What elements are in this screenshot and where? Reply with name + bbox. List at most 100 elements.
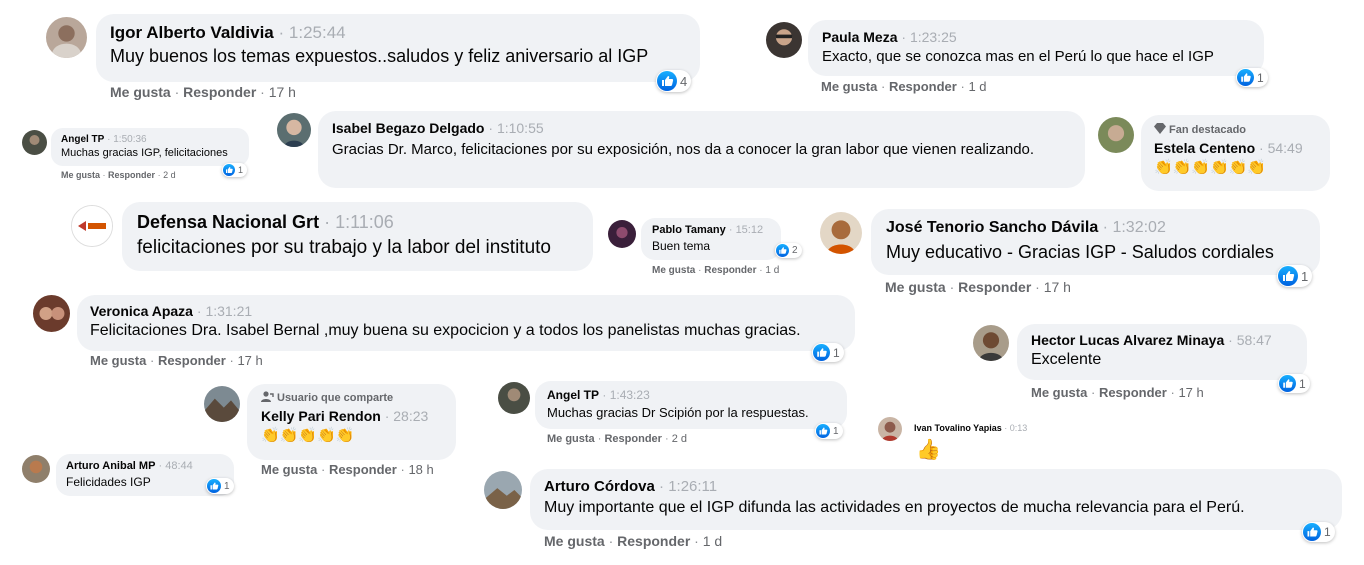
- age-link[interactable]: 2 d: [163, 170, 176, 180]
- like-button[interactable]: Me gusta: [90, 353, 146, 368]
- reply-button[interactable]: Responder: [108, 170, 155, 180]
- comment-jose: José Tenorio Sancho Dávila · 1:32:02 Muy…: [820, 209, 1320, 299]
- reaction-count[interactable]: 1: [815, 423, 843, 439]
- avatar[interactable]: [22, 455, 50, 483]
- like-button[interactable]: Me gusta: [61, 170, 100, 180]
- author-name[interactable]: Ivan Tovalino Yapias: [914, 423, 1002, 433]
- timestamp[interactable]: 1:50:36: [113, 134, 146, 145]
- comment-text: Muchas gracias Dr Scipión por la respues…: [547, 405, 809, 420]
- avatar[interactable]: [484, 471, 522, 509]
- timestamp[interactable]: 1:23:25: [910, 29, 957, 45]
- author-name[interactable]: Defensa Nacional Grt: [137, 212, 319, 232]
- fan-badge: Fan destacado: [1154, 123, 1317, 136]
- timestamp[interactable]: 1:10:55: [497, 120, 544, 136]
- timestamp[interactable]: 54:49: [1268, 140, 1303, 156]
- reply-button[interactable]: Responder: [183, 84, 256, 100]
- comment-bubble: Igor Alberto Valdivia · 1:25:44 Muy buen…: [96, 14, 700, 82]
- reply-button[interactable]: Responder: [704, 265, 756, 276]
- avatar[interactable]: [277, 113, 311, 147]
- like-icon: [1279, 375, 1296, 392]
- reaction-count[interactable]: 1: [1302, 522, 1335, 542]
- author-name[interactable]: Angel TP: [61, 134, 104, 145]
- clapping-hands-emoji: 👏👏👏👏👏: [261, 427, 355, 444]
- author-name[interactable]: Igor Alberto Valdivia: [110, 23, 274, 42]
- reply-button[interactable]: Responder: [158, 353, 226, 368]
- reaction-count[interactable]: 1: [222, 163, 248, 177]
- reaction-count[interactable]: 1: [1236, 68, 1268, 87]
- avatar[interactable]: [766, 22, 802, 58]
- avatar[interactable]: [973, 325, 1009, 361]
- like-button[interactable]: Me gusta: [544, 533, 605, 549]
- age-link[interactable]: 17 h: [269, 84, 296, 100]
- timestamp[interactable]: 1:11:06: [335, 212, 394, 232]
- reply-button[interactable]: Responder: [889, 79, 957, 94]
- comment-bubble: Defensa Nacional Grt · 1:11:06 felicitac…: [122, 202, 593, 271]
- avatar[interactable]: [33, 295, 70, 332]
- like-button[interactable]: Me gusta: [1031, 385, 1087, 400]
- author-name[interactable]: Arturo Anibal MP: [66, 460, 155, 472]
- timestamp[interactable]: 28:23: [393, 408, 428, 424]
- timestamp[interactable]: 1:25:44: [289, 23, 346, 42]
- author-name[interactable]: José Tenorio Sancho Dávila: [886, 219, 1098, 236]
- reaction-count[interactable]: 1: [812, 343, 844, 362]
- reaction-count[interactable]: 1: [1278, 374, 1310, 393]
- author-name[interactable]: Veronica Apaza: [90, 303, 193, 319]
- timestamp[interactable]: 0:13: [1010, 423, 1028, 433]
- timestamp[interactable]: 48:44: [165, 460, 193, 472]
- like-icon: [1303, 523, 1321, 541]
- comment-igor: Igor Alberto Valdivia · 1:25:44 Muy buen…: [46, 14, 700, 104]
- timestamp[interactable]: 1:31:21: [205, 303, 252, 319]
- like-button[interactable]: Me gusta: [885, 279, 946, 295]
- avatar[interactable]: [46, 17, 87, 58]
- author-name[interactable]: Isabel Begazo Delgado: [332, 120, 484, 136]
- age-link[interactable]: 1 d: [968, 79, 986, 94]
- reaction-count[interactable]: 4: [656, 70, 692, 92]
- avatar[interactable]: [204, 386, 240, 422]
- age-link[interactable]: 1 d: [765, 265, 779, 276]
- age-link[interactable]: 17 h: [237, 353, 262, 368]
- avatar[interactable]: [608, 220, 636, 248]
- author-name[interactable]: Angel TP: [547, 388, 599, 402]
- age-link[interactable]: 17 h: [1178, 385, 1203, 400]
- comment-actions: Me gusta · Responder · 17 h: [90, 353, 263, 368]
- timestamp[interactable]: 1:43:23: [610, 388, 650, 402]
- like-button[interactable]: Me gusta: [261, 462, 317, 477]
- author-name[interactable]: Arturo Córdova: [544, 478, 655, 495]
- avatar[interactable]: [878, 417, 902, 441]
- avatar[interactable]: [71, 205, 113, 247]
- author-name[interactable]: Paula Meza: [822, 29, 897, 45]
- like-button[interactable]: Me gusta: [821, 79, 877, 94]
- reply-button[interactable]: Responder: [604, 433, 661, 445]
- timestamp[interactable]: 1:32:02: [1112, 219, 1165, 236]
- reaction-count[interactable]: 2: [775, 243, 802, 258]
- reply-button[interactable]: Responder: [617, 533, 690, 549]
- avatar[interactable]: [22, 130, 47, 155]
- reply-button[interactable]: Responder: [329, 462, 397, 477]
- author-name[interactable]: Pablo Tamany: [652, 224, 726, 236]
- comment-pablo: Pablo Tamany · 15:12 Buen tema 2 Me gust…: [608, 218, 808, 280]
- author-name[interactable]: Estela Centeno: [1154, 140, 1255, 156]
- age-link[interactable]: 17 h: [1044, 279, 1071, 295]
- reaction-count[interactable]: 1: [206, 478, 234, 494]
- comment-isabel: Isabel Begazo Delgado · 1:10:55 Gracias …: [277, 111, 1085, 189]
- age-link[interactable]: 1 d: [703, 533, 722, 549]
- age-link[interactable]: 2 d: [672, 433, 687, 445]
- age-link[interactable]: 18 h: [408, 462, 433, 477]
- like-icon: [657, 71, 677, 91]
- reply-button[interactable]: Responder: [958, 279, 1031, 295]
- comment-bubble: Hector Lucas Alvarez Minaya · 58:47 Exce…: [1017, 324, 1307, 380]
- timestamp[interactable]: 1:26:11: [668, 478, 717, 495]
- timestamp[interactable]: 58:47: [1237, 332, 1272, 348]
- reply-button[interactable]: Responder: [1099, 385, 1167, 400]
- like-button[interactable]: Me gusta: [652, 265, 695, 276]
- author-name[interactable]: Kelly Pari Rendon: [261, 408, 381, 424]
- timestamp[interactable]: 15:12: [736, 224, 764, 236]
- author-name[interactable]: Hector Lucas Alvarez Minaya: [1031, 332, 1224, 348]
- like-button[interactable]: Me gusta: [110, 84, 171, 100]
- like-button[interactable]: Me gusta: [547, 433, 595, 445]
- like-icon: [813, 344, 830, 361]
- reaction-count[interactable]: 1: [1277, 265, 1313, 287]
- avatar[interactable]: [498, 382, 530, 414]
- avatar[interactable]: [1098, 117, 1134, 153]
- avatar[interactable]: [820, 212, 862, 254]
